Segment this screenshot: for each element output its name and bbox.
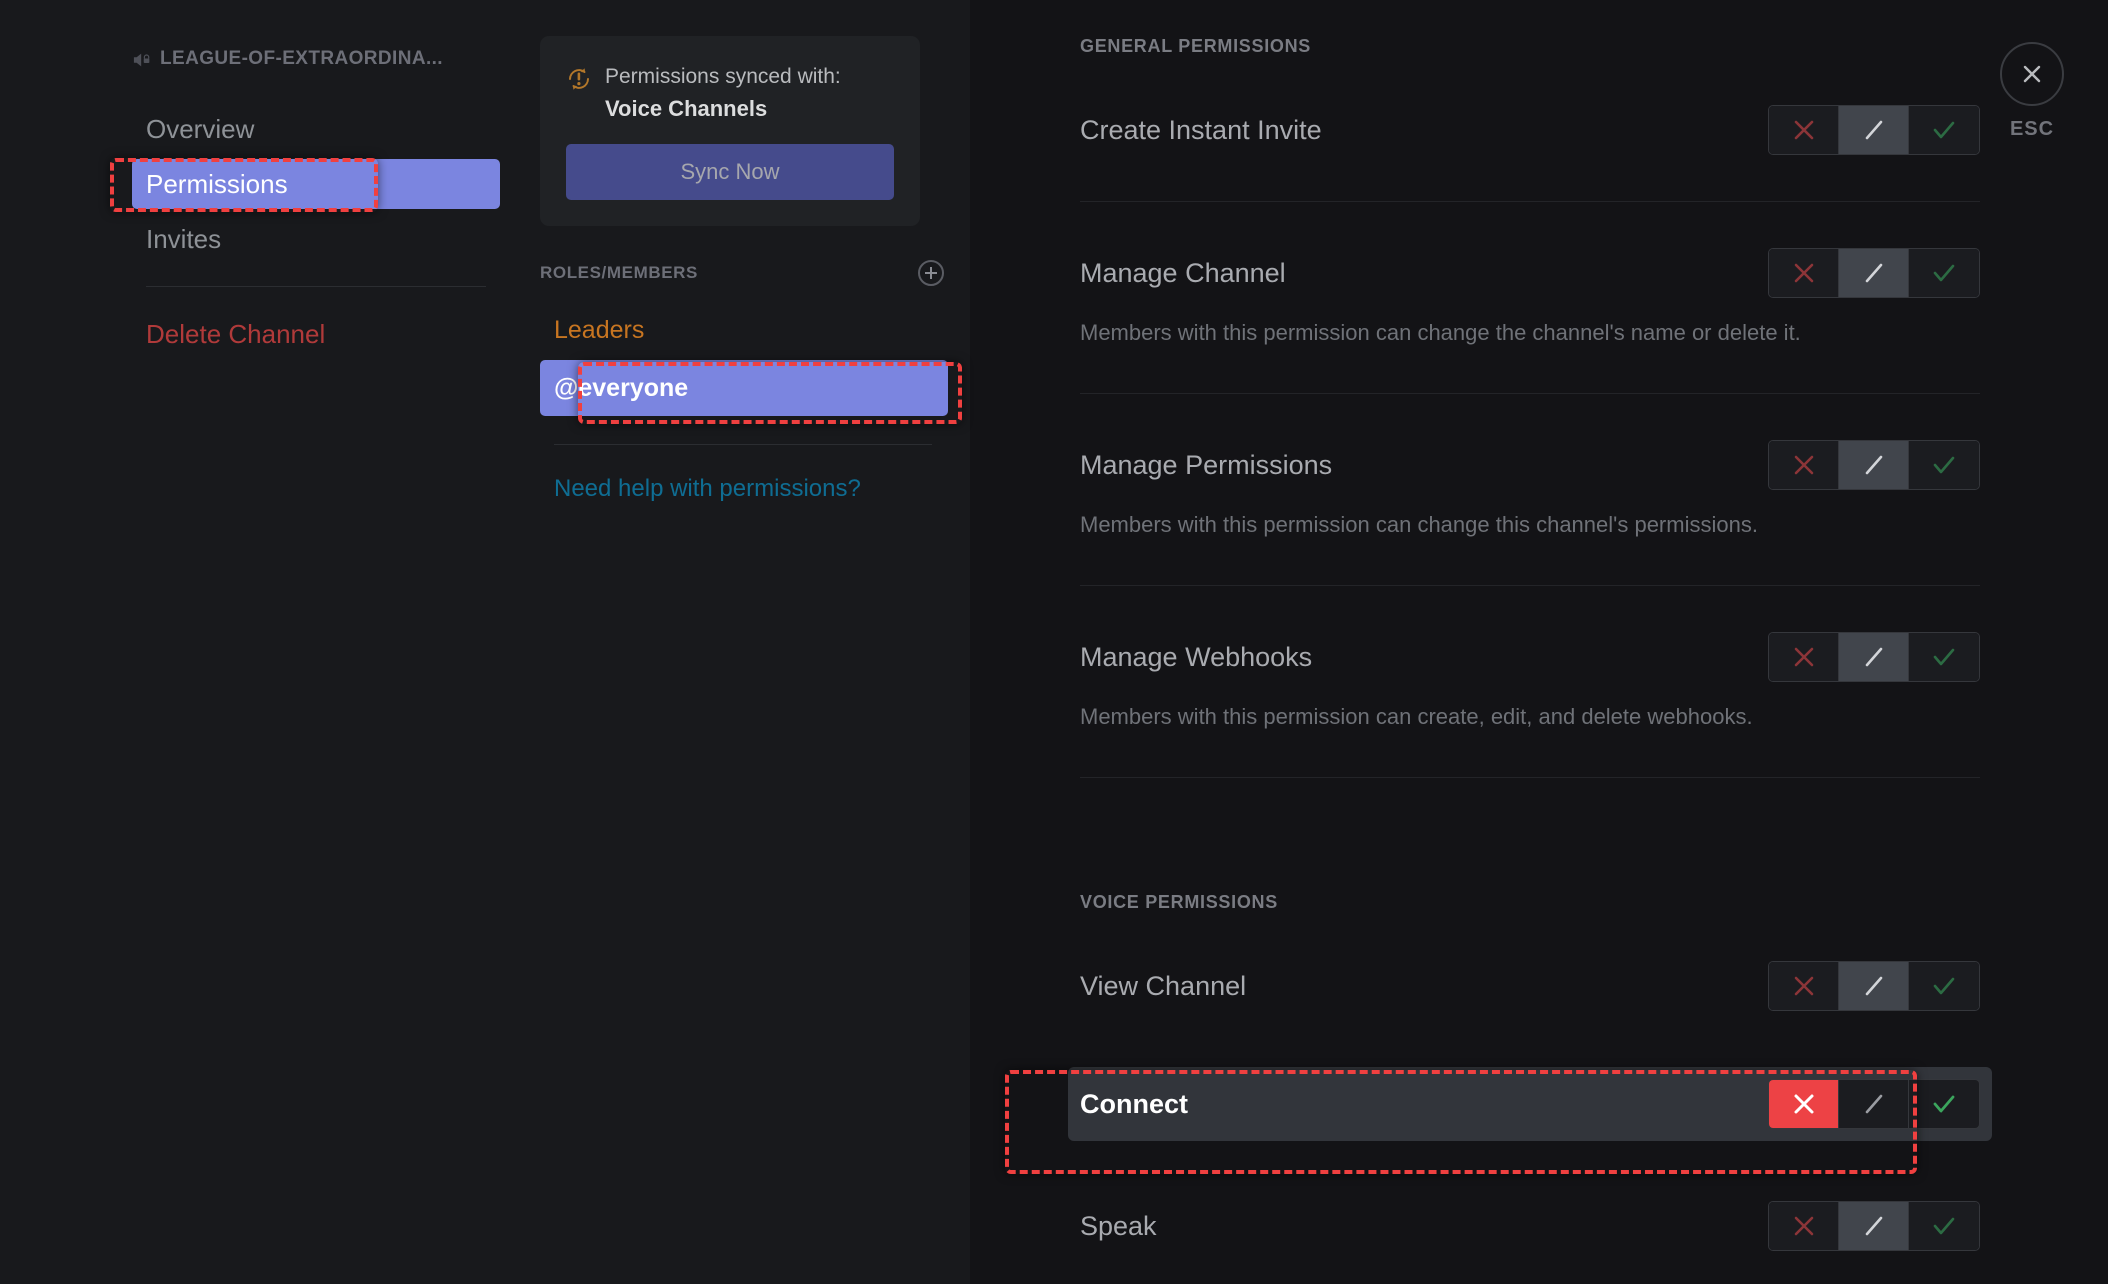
permission-separator	[1080, 585, 1980, 586]
permission-row-connect[interactable]: Connect	[1068, 1067, 1992, 1141]
role-item-leaders[interactable]: Leaders	[540, 306, 948, 354]
permission-separator	[1080, 201, 1980, 202]
permission-description: Members with this permission can create,…	[1080, 704, 1753, 729]
channel-settings-window: LEAGUE-OF-EXTRAORDINA... Overview Permis…	[0, 0, 2108, 1284]
role-item-everyone[interactable]: @everyone	[540, 360, 948, 417]
sidebar-item-permissions[interactable]: Permissions	[132, 159, 500, 209]
neutral-button[interactable]	[1839, 1080, 1909, 1128]
permission-row-create-instant-invite: Create Instant Invite	[1068, 93, 1992, 167]
permission-label: Manage Webhooks	[1080, 641, 1313, 672]
neutral-button[interactable]	[1839, 962, 1909, 1010]
close-x-icon	[2000, 42, 2064, 106]
permission-label: Manage Channel	[1080, 257, 1286, 288]
neutral-button[interactable]	[1839, 249, 1909, 297]
allow-button[interactable]	[1909, 633, 1979, 681]
permission-label: Manage Permissions	[1080, 449, 1333, 480]
delete-channel-button[interactable]: Delete Channel	[132, 309, 500, 359]
sidebar-item-overview[interactable]: Overview	[132, 104, 500, 154]
sync-target-name: Voice Channels	[605, 96, 768, 122]
general-permissions-header: GENERAL PERMISSIONS	[1080, 36, 1312, 56]
sidebar-divider	[146, 286, 486, 287]
permissions-detail-panel: GENERAL PERMISSIONS Create Instant Invit…	[970, 0, 2108, 1284]
roles-members-header: ROLES/MEMBERS	[540, 260, 944, 287]
permission-separator	[1080, 777, 1980, 778]
permission-tristate-toggle[interactable]	[1768, 248, 1980, 298]
permission-tristate-toggle[interactable]	[1768, 961, 1980, 1011]
permission-row-manage-permissions: Manage Permissions Members with this per…	[1068, 428, 1992, 551]
neutral-button[interactable]	[1839, 633, 1909, 681]
roles-panel-divider	[554, 444, 932, 446]
allow-button[interactable]	[1909, 1202, 1979, 1250]
roles-members-label: ROLES/MEMBERS	[540, 263, 698, 283]
sidebar-item-label: Overview	[146, 113, 255, 144]
roles-members-panel: Permissions synced with: Voice Channels …	[518, 0, 970, 1284]
allow-button[interactable]	[1909, 962, 1979, 1010]
warning-sync-icon	[566, 66, 592, 92]
permission-tristate-toggle[interactable]	[1768, 440, 1980, 490]
deny-button[interactable]	[1769, 1080, 1839, 1128]
settings-sidebar: LEAGUE-OF-EXTRAORDINA... Overview Permis…	[0, 0, 518, 1284]
permission-row-speak: Speak	[1068, 1189, 1992, 1263]
deny-button[interactable]	[1769, 441, 1839, 489]
permission-separator	[1080, 393, 1980, 394]
sync-now-button[interactable]: Sync Now	[566, 144, 894, 201]
add-role-member-icon[interactable]	[918, 260, 944, 287]
neutral-button[interactable]	[1839, 441, 1909, 489]
close-settings-button[interactable]: ESC	[2000, 42, 2064, 141]
sync-notice-row: Permissions synced with:	[566, 64, 894, 90]
allow-button[interactable]	[1909, 1080, 1979, 1128]
sync-notice-text: Permissions synced with:	[605, 65, 841, 88]
sidebar-item-invites[interactable]: Invites	[132, 214, 500, 264]
allow-button[interactable]	[1909, 249, 1979, 297]
permission-description: Members with this permission can change …	[1080, 320, 1801, 345]
permission-label: Connect	[1080, 1088, 1188, 1119]
permission-tristate-toggle[interactable]	[1768, 632, 1980, 682]
neutral-button[interactable]	[1839, 1202, 1909, 1250]
channel-name-text: LEAGUE-OF-EXTRAORDINA...	[160, 48, 443, 69]
allow-button[interactable]	[1909, 441, 1979, 489]
role-label: @everyone	[554, 373, 689, 402]
permission-tristate-toggle[interactable]	[1768, 1201, 1980, 1251]
esc-label: ESC	[2009, 118, 2055, 140]
voice-locked-icon	[132, 50, 154, 70]
voice-permissions-header: VOICE PERMISSIONS	[1080, 892, 1278, 912]
permission-label: View Channel	[1080, 970, 1247, 1001]
deny-button[interactable]	[1769, 1202, 1839, 1250]
permissions-sync-card: Permissions synced with: Voice Channels …	[540, 36, 920, 227]
delete-channel-label: Delete Channel	[146, 318, 326, 349]
permission-row-manage-channel: Manage Channel Members with this permiss…	[1068, 236, 1992, 359]
sidebar-item-label: Invites	[146, 223, 222, 254]
deny-button[interactable]	[1769, 249, 1839, 297]
permission-tristate-toggle[interactable]	[1768, 1079, 1980, 1129]
permission-tristate-toggle[interactable]	[1768, 105, 1980, 155]
channel-title-header: LEAGUE-OF-EXTRAORDINA...	[132, 48, 500, 70]
sidebar-item-label: Permissions	[146, 168, 288, 199]
permissions-help-link[interactable]: Need help with permissions?	[540, 475, 970, 503]
permission-row-manage-webhooks: Manage Webhooks Members with this permis…	[1068, 620, 1992, 743]
permission-row-view-channel: View Channel	[1068, 949, 1992, 1023]
deny-button[interactable]	[1769, 962, 1839, 1010]
permission-label: Speak	[1080, 1210, 1157, 1241]
permission-label: Create Instant Invite	[1080, 114, 1322, 145]
role-label: Leaders	[554, 315, 645, 344]
deny-button[interactable]	[1769, 633, 1839, 681]
neutral-button[interactable]	[1839, 106, 1909, 154]
allow-button[interactable]	[1909, 106, 1979, 154]
permission-description: Members with this permission can change …	[1080, 512, 1758, 537]
deny-button[interactable]	[1769, 106, 1839, 154]
